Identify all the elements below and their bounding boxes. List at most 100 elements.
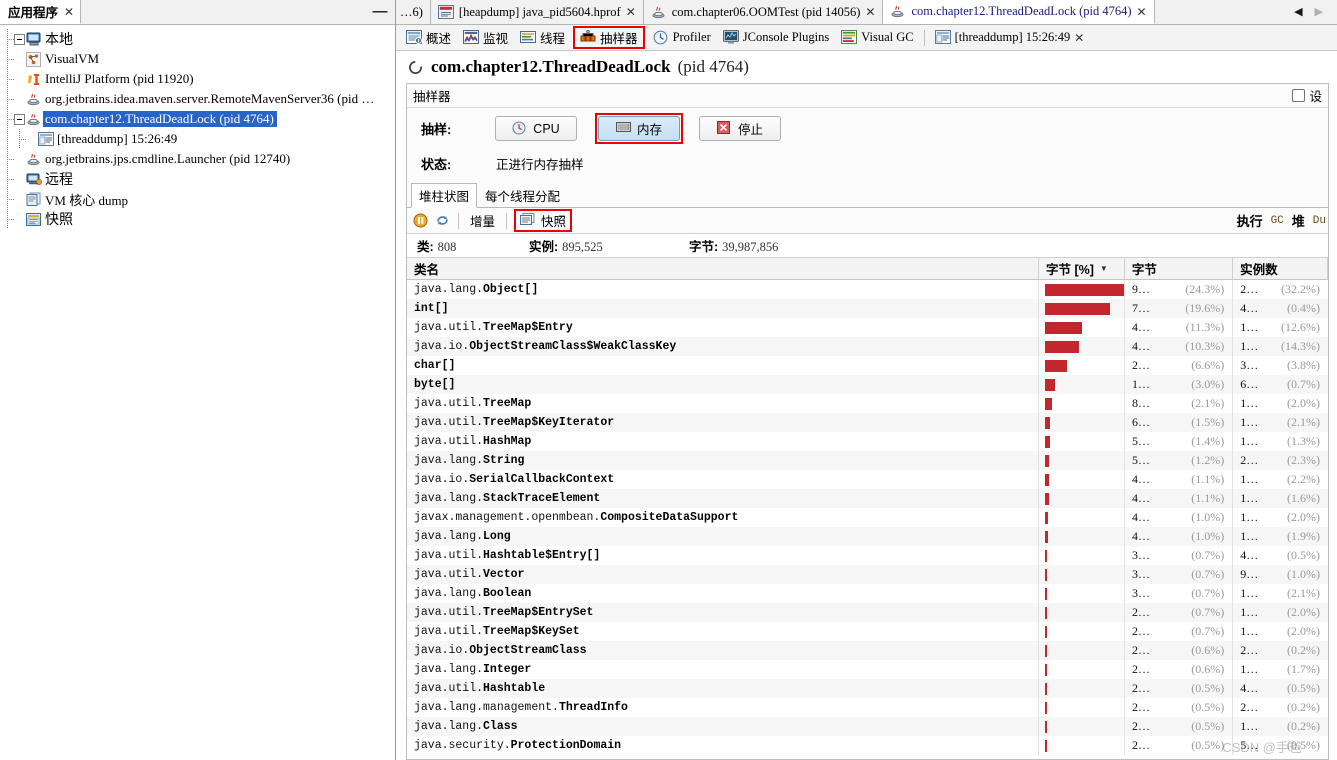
app-running-icon <box>408 60 424 75</box>
minimize-button[interactable]: — <box>365 0 395 24</box>
table-row[interactable]: java.security. ProtectionDomain 2… (0.5%) 5…… <box>407 736 1328 755</box>
document-tab[interactable]: com.chapter06.OOMTest (pid 14056) ✕ <box>643 0 884 24</box>
bytes-value: 9… <box>1131 282 1150 296</box>
classname-simple: Class <box>483 720 518 733</box>
table-body[interactable]: java.lang. Object[] 9… (24.3%) 2… (32.2%) int[… <box>407 280 1328 759</box>
histogram-tab[interactable]: 每个线程分配 <box>477 183 568 208</box>
tree-collapse-toggle[interactable] <box>14 113 25 125</box>
table-row[interactable]: java.util. TreeMap$KeyIterator 6… (1.5%) 1… (… <box>407 413 1328 432</box>
pause-icon[interactable] <box>413 213 429 228</box>
bytes-value: 3… <box>1131 567 1150 581</box>
close-icon[interactable]: ✕ <box>64 6 74 18</box>
tree-item[interactable]: 远程 <box>2 169 395 189</box>
table-row[interactable]: javax.management.openmbean. CompositeData… <box>407 508 1328 527</box>
table-row[interactable]: char[] 2… (6.6%) 3… (3.8%) <box>407 356 1328 375</box>
tree-item[interactable]: org.jetbrains.jps.cmdline.Launcher (pid … <box>2 149 395 169</box>
settings-checkbox-wrap[interactable]: 设 <box>1292 86 1322 105</box>
table-row[interactable]: java.io. SerialCallbackContext 4… (1.1%) 1… (… <box>407 470 1328 489</box>
column-header-bytes[interactable]: 字节 <box>1125 258 1234 279</box>
table-row[interactable]: int[] 7… (19.6%) 4… (0.4%) <box>407 299 1328 318</box>
heap-stat: 实例: 895,525 <box>529 236 689 255</box>
tree-item[interactable]: 本地 <box>2 29 395 49</box>
memory-chip-icon <box>615 121 632 136</box>
cell-bytes-bar <box>1039 375 1125 394</box>
delta-button[interactable]: 增量 <box>466 210 499 231</box>
view-tab-profiler[interactable]: Profiler <box>647 28 717 47</box>
status-label: 状态: <box>421 157 452 172</box>
column-header-instances[interactable]: 实例数 <box>1233 258 1328 279</box>
view-tab-sampler[interactable]: 抽样器 <box>573 26 645 49</box>
document-tab[interactable]: com.chapter12.ThreadDeadLock (pid 4764) ✕ <box>883 0 1155 24</box>
view-tab-threads[interactable]: 线程 <box>514 26 571 49</box>
cpu-button[interactable]: CPU <box>495 116 577 141</box>
column-header-bytes-pct[interactable]: 字节 [%] ▼ <box>1039 258 1125 279</box>
tree-item[interactable]: com.chapter12.ThreadDeadLock (pid 4764) <box>2 109 395 129</box>
cell-bytes-bar <box>1039 356 1125 375</box>
bytes-percent: (0.5%) <box>1191 700 1225 714</box>
table-row[interactable]: java.lang. Boolean 3… (0.7%) 1… (2.1%) <box>407 584 1328 603</box>
close-icon[interactable]: ✕ <box>865 6 875 18</box>
view-tab-overview[interactable]: 概述 <box>400 26 457 49</box>
column-header-instances-label: 实例数 <box>1240 263 1278 277</box>
bytes-value: 2… <box>1131 605 1150 619</box>
table-row[interactable]: byte[] 1… (3.0%) 6… (0.7%) <box>407 375 1328 394</box>
settings-checkbox[interactable] <box>1292 89 1306 102</box>
table-row[interactable]: java.util. Hashtable 2… (0.5%) 4… (0.5%) <box>407 679 1328 698</box>
scroll-left-icon[interactable]: ◀ <box>1294 6 1302 18</box>
document-tab[interactable]: …6) <box>396 0 431 24</box>
classname-simple: ObjectStreamClass$WeakClassKey <box>469 340 677 353</box>
table-row[interactable]: java.util. TreeMap$KeySet 2… (0.7%) 1… (2.0%) <box>407 622 1328 641</box>
memory-button[interactable]: 内存 <box>598 116 680 141</box>
stop-button[interactable]: 停止 <box>699 116 781 141</box>
threaddump-icon <box>38 131 54 147</box>
view-tab-jconsole[interactable]: JConsole Plugins <box>717 28 835 47</box>
document-tab[interactable]: [heapdump] java_pid5604.hprof ✕ <box>430 0 644 24</box>
bytes-value: 2… <box>1131 681 1150 695</box>
scroll-right-icon[interactable]: ▶ <box>1315 6 1323 18</box>
close-icon[interactable]: ✕ <box>1137 6 1147 18</box>
table-row[interactable]: java.util. HashMap 5… (1.4%) 1… (1.3%) <box>407 432 1328 451</box>
table-row[interactable]: java.lang.management. ThreadInfo 2… (0.5%) 2… <box>407 698 1328 717</box>
histogram-tab[interactable]: 堆柱状图 <box>411 183 478 208</box>
table-row[interactable]: java.io. ObjectStreamClass$WeakClassKey 4…… <box>407 337 1328 356</box>
tree-item[interactable]: IntelliJ Platform (pid 11920) <box>2 69 395 89</box>
tree-item[interactable]: VisualVM <box>2 49 395 69</box>
heap-dump-button[interactable]: 堆 <box>1292 211 1305 230</box>
tree-item[interactable]: [threaddump] 15:26:49 <box>2 129 395 149</box>
table-row[interactable]: java.util. TreeMap$EntrySet 2… (0.7%) 1… (2.0… <box>407 603 1328 622</box>
instances-value: 4… <box>1240 681 1259 695</box>
cell-bytes-bar <box>1039 451 1125 470</box>
refresh-icon[interactable] <box>435 213 451 228</box>
tab-applications[interactable]: 应用程序 ✕ <box>0 0 82 24</box>
close-icon[interactable]: ✕ <box>626 6 636 18</box>
cell-classname: java.lang. Long <box>407 527 1040 546</box>
snapshot-button[interactable]: 快照 <box>514 209 573 232</box>
overview-icon <box>406 30 422 45</box>
table-row[interactable]: java.lang. Integer 2… (0.6%) 1… (1.7%) <box>407 660 1328 679</box>
close-icon[interactable]: ✕ <box>1074 32 1084 44</box>
bytes-value: 2… <box>1131 719 1150 733</box>
tree-item[interactable]: org.jetbrains.idea.maven.server.RemoteMa… <box>2 89 395 109</box>
tree-collapse-toggle[interactable] <box>14 33 25 45</box>
run-gc-label: GC <box>1270 214 1284 227</box>
view-tab-threaddump[interactable]: [threaddump] 15:26:49 ✕ <box>929 28 1091 47</box>
run-gc-button[interactable]: 执行 <box>1237 211 1263 230</box>
table-row[interactable]: java.lang. Long 4… (1.0%) 1… (1.9%) <box>407 527 1328 546</box>
tree-item[interactable]: VM 核心 dump <box>2 189 395 209</box>
table-row[interactable]: java.util. TreeMap$Entry 4… (11.3%) 1… (12.6%… <box>407 318 1328 337</box>
status-value: 正进行内存抽样 <box>496 158 584 172</box>
table-row[interactable]: java.util. Hashtable$Entry[] 3… (0.7%) 4… (0.… <box>407 546 1328 565</box>
applications-tree[interactable]: 本地 VisualVM IntelliJ Platform (pid 11920) o… <box>0 25 395 760</box>
view-tab-visualgc[interactable]: Visual GC <box>835 28 919 47</box>
table-row[interactable]: java.util. TreeMap 8… (2.1%) 1… (2.0%) <box>407 394 1328 413</box>
view-tab-monitor[interactable]: 监视 <box>457 26 514 49</box>
table-row[interactable]: java.lang. StackTraceElement 4… (1.1%) 1… (1.… <box>407 489 1328 508</box>
table-row[interactable]: java.io. ObjectStreamClass 2… (0.6%) 2… (0.2%… <box>407 641 1328 660</box>
table-row[interactable]: java.util. Vector 3… (0.7%) 9… (1.0%) <box>407 565 1328 584</box>
table-row[interactable]: java.lang. Object[] 9… (24.3%) 2… (32.2%) <box>407 280 1328 299</box>
tree-item[interactable]: 快照 <box>2 209 395 229</box>
classname-package: java.util. <box>414 682 484 695</box>
table-row[interactable]: java.lang. String 5… (1.2%) 2… (2.3%) <box>407 451 1328 470</box>
table-row[interactable]: java.lang. Class 2… (0.5%) 1… (0.2%) <box>407 717 1328 736</box>
column-header-classname[interactable]: 类名 <box>407 258 1039 279</box>
